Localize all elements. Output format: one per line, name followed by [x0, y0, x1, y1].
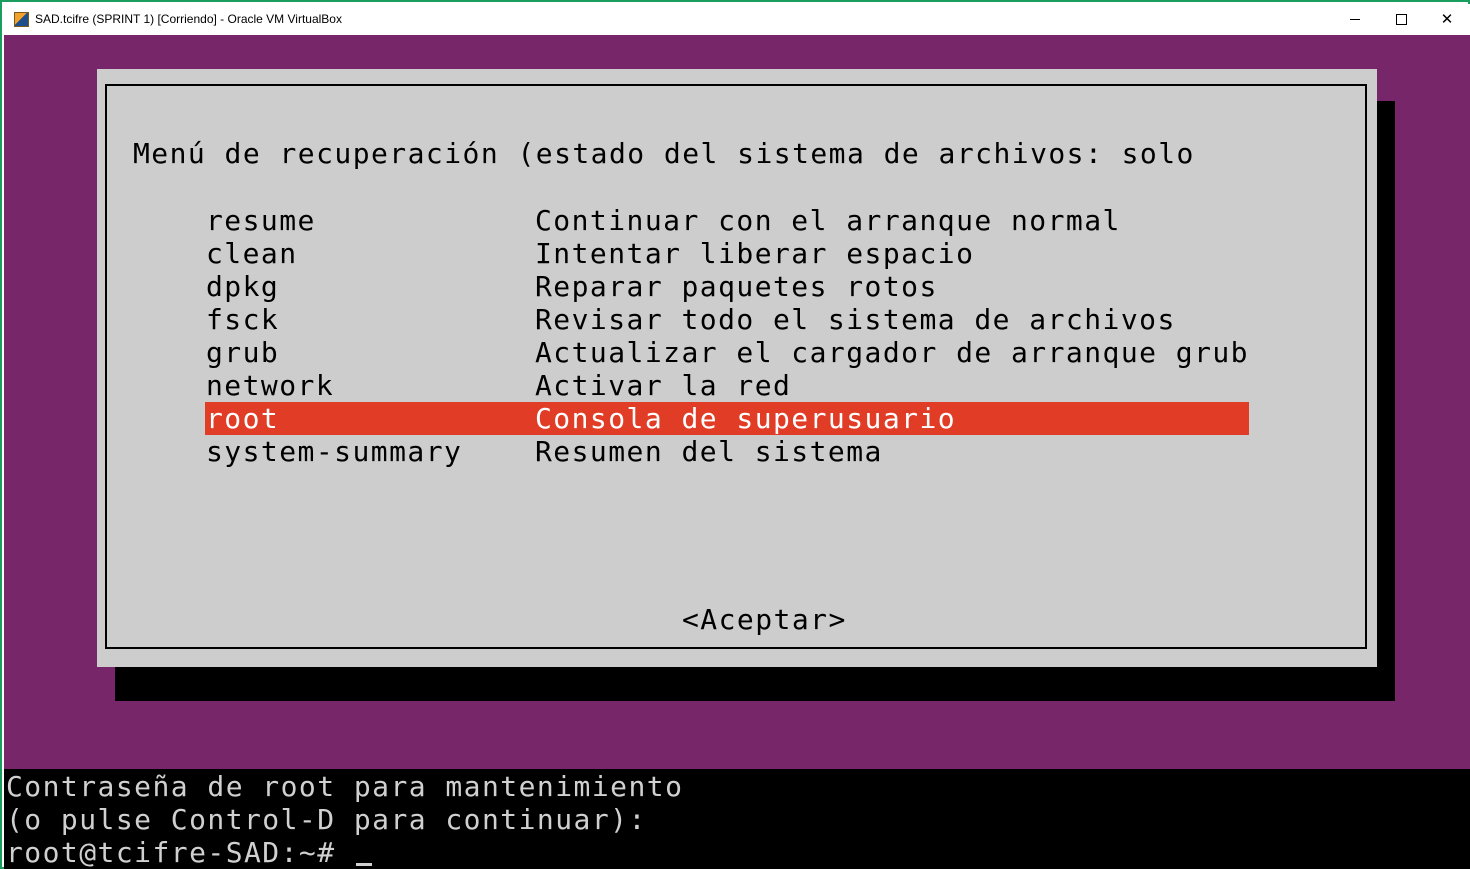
menu-item-root[interactable]: root Consola de superusuario: [205, 402, 1249, 435]
minimize-icon: [1350, 19, 1360, 20]
menu-item-clean[interactable]: clean Intentar liberar espacio: [205, 237, 1249, 270]
vm-screen[interactable]: Menú de recuperación (estado del sistema…: [4, 35, 1470, 869]
console-message-line: Contraseña de root para mantenimiento: [6, 770, 684, 803]
menu-item-description: Resumen del sistema: [535, 435, 883, 468]
title-bar[interactable]: SAD.tcifre (SPRINT 1) [Corriendo] - Orac…: [4, 4, 1470, 35]
menu-item-dpkg[interactable]: dpkg Reparar paquetes rotos: [205, 270, 1249, 303]
console[interactable]: Contraseña de root para mantenimiento (o…: [4, 769, 1470, 869]
recovery-menu-dialog: Menú de recuperación (estado del sistema…: [97, 69, 1377, 667]
console-prompt-line[interactable]: root@tcifre-SAD:~#: [6, 836, 372, 869]
dialog-title: Menú de recuperación (estado del sistema…: [133, 137, 1195, 170]
menu-item-name: system-summary: [206, 435, 463, 468]
menu-item-description: Activar la red: [535, 369, 792, 402]
shell-prompt: root@tcifre-SAD:~#: [6, 836, 354, 869]
minimize-button[interactable]: [1332, 4, 1378, 35]
menu-item-grub[interactable]: grub Actualizar el cargador de arranque …: [205, 336, 1249, 369]
menu-item-description: Intentar liberar espacio: [535, 237, 975, 270]
menu-item-name: resume: [206, 204, 316, 237]
recovery-menu-list: resume Continuar con el arranque normal …: [205, 204, 1249, 468]
accept-button[interactable]: <Aceptar>: [682, 603, 847, 636]
maximize-icon: [1395, 14, 1407, 25]
menu-item-description: Reparar paquetes rotos: [535, 270, 938, 303]
menu-item-description: Continuar con el arranque normal: [535, 204, 1121, 237]
menu-item-name: root: [206, 402, 280, 435]
menu-item-description: Actualizar el cargador de arranque grub: [535, 336, 1249, 369]
menu-item-description: Consola de superusuario: [535, 402, 957, 435]
window-title: SAD.tcifre (SPRINT 1) [Corriendo] - Orac…: [35, 12, 342, 26]
menu-item-network[interactable]: network Activar la red: [205, 369, 1249, 402]
menu-item-name: clean: [206, 237, 298, 270]
virtualbox-window: SAD.tcifre (SPRINT 1) [Corriendo] - Orac…: [0, 0, 1470, 869]
maximize-button[interactable]: [1378, 4, 1424, 35]
console-message-line: (o pulse Control-D para continuar):: [6, 803, 647, 836]
menu-item-name: grub: [206, 336, 280, 369]
menu-item-name: fsck: [206, 303, 280, 336]
virtualbox-icon: [14, 12, 29, 27]
menu-item-system-summary[interactable]: system-summary Resumen del sistema: [205, 435, 1249, 468]
menu-item-name: network: [206, 369, 335, 402]
menu-item-resume[interactable]: resume Continuar con el arranque normal: [205, 204, 1249, 237]
menu-item-name: dpkg: [206, 270, 280, 303]
close-button[interactable]: ✕: [1424, 4, 1470, 35]
menu-item-description: Revisar todo el sistema de archivos: [535, 303, 1176, 336]
text-cursor: [355, 863, 372, 866]
menu-item-fsck[interactable]: fsck Revisar todo el sistema de archivos: [205, 303, 1249, 336]
close-icon: ✕: [1440, 11, 1454, 28]
